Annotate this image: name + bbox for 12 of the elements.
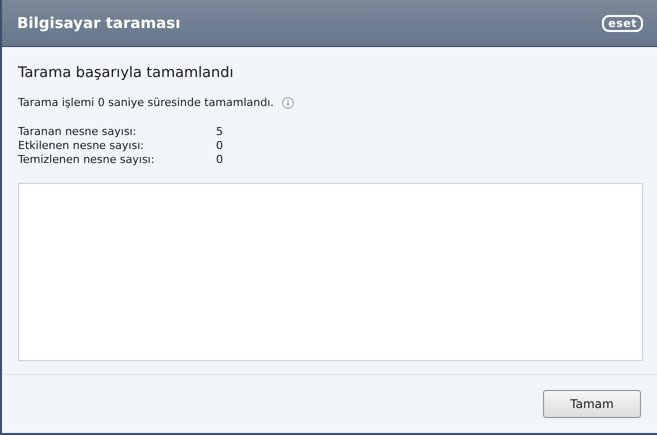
stat-value: 0 — [216, 153, 224, 166]
ok-button[interactable]: Tamam — [543, 390, 641, 418]
logo: eset — [602, 14, 643, 32]
stat-label: Etkilenen nesne sayısı: — [18, 139, 145, 152]
stat-label: Temizlenen nesne sayısı: — [18, 153, 156, 166]
stat-label: Taranan nesne sayısı: — [18, 125, 138, 138]
window-title: Bilgisayar taraması — [17, 14, 180, 32]
stat-value: 5 — [216, 125, 224, 138]
stat-value: 0 — [216, 139, 224, 152]
info-icon[interactable] — [282, 96, 294, 108]
summary-text: Tarama işlemi 0 saniye süresinde tamamlandı. — [18, 96, 274, 109]
result-heading: Tarama başarıyla tamamlandı — [18, 65, 234, 81]
